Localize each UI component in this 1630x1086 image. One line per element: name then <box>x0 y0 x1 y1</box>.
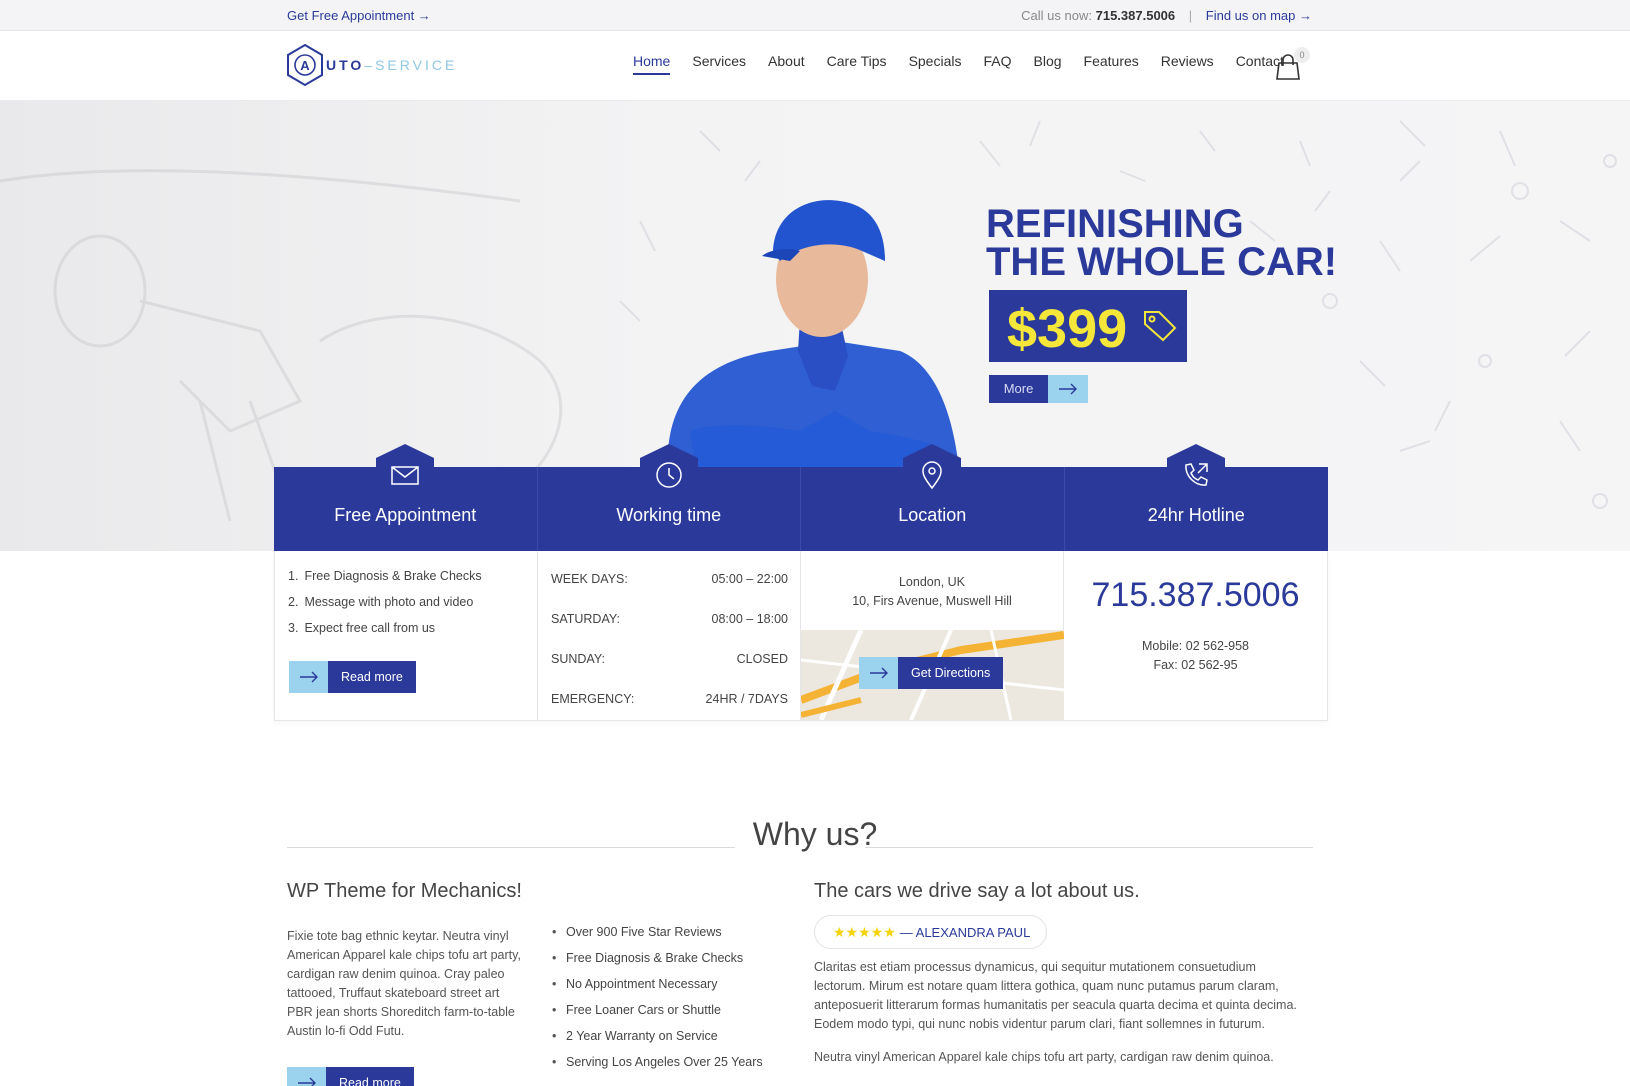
tab-free-appointment[interactable]: Free Appointment <box>274 444 538 551</box>
why-read-more-button[interactable]: Read more <box>287 1067 414 1086</box>
list-item: 2 Year Warranty on Service <box>552 1029 763 1055</box>
right-heading: The cars we drive say a lot about us. <box>814 880 1140 902</box>
logo-part-1: UTO <box>326 57 365 73</box>
logo-hexagon-icon: A <box>287 43 323 87</box>
arrow-right-icon <box>287 1067 326 1086</box>
find-on-map-link[interactable]: Find us on map → <box>1206 8 1312 23</box>
review-text: Claritas est etiam processus dynamicus, … <box>814 960 1297 1031</box>
nav-home[interactable]: Home <box>633 53 671 75</box>
tab-title: Working time <box>616 505 722 525</box>
nav-about[interactable]: About <box>768 53 805 75</box>
hero-title: REFINISHING THE WHOLE CAR! <box>986 202 1338 284</box>
rating-stars-icon: ★★★★★ <box>833 923 896 940</box>
phone-icon <box>1185 463 1209 486</box>
cart-count-badge: 0 <box>1294 47 1310 63</box>
hero-more-button[interactable]: More <box>989 375 1088 403</box>
top-phone[interactable]: 715.387.5006 <box>1096 8 1176 23</box>
hours-row: SATURDAY: 08:00 – 18:00 <box>551 612 788 626</box>
info-panels: 1. Free Diagnosis & Brake Checks 2. Messag… <box>274 551 1328 721</box>
list-item: Serving Los Angeles Over 25 Years <box>552 1055 763 1081</box>
read-more-label: Read more <box>326 1067 414 1086</box>
arrow-right-icon <box>1048 375 1088 403</box>
call-label: Call us now: <box>1021 8 1092 23</box>
benefits-list: Over 900 Five Star Reviews Free Diagnosi… <box>552 925 763 1081</box>
arrow-right-icon <box>289 661 328 693</box>
nav-care-tips[interactable]: Care Tips <box>827 53 887 75</box>
fax-number: Fax: 02 562-95 <box>1153 658 1238 672</box>
hotline-panel: 715.387.5006 Mobile: 02 562-958 Fax: 02 … <box>1064 551 1327 720</box>
appointment-read-more-button[interactable]: Read more <box>289 661 416 693</box>
tab-title: Free Appointment <box>334 505 477 525</box>
nav-blog[interactable]: Blog <box>1034 53 1062 75</box>
list-item: No Appointment Necessary <box>552 977 763 1003</box>
envelope-icon <box>391 466 419 485</box>
left-heading: WP Theme for Mechanics! <box>287 880 522 902</box>
top-contact: Call us now: 715.387.5006 | Find us on m… <box>1021 8 1312 23</box>
list-item: 3. Expect free call from us <box>288 621 436 635</box>
working-hours-panel: WEEK DAYS: 05:00 – 22:00 SATURDAY: 08:00 –… <box>538 551 801 720</box>
hotline-extra: Mobile: 02 562-958 Fax: 02 562-95 <box>1064 637 1327 675</box>
price-box: $399 <box>989 290 1187 362</box>
tab-title: Location <box>898 505 967 525</box>
logo-text: UTO–SERVICE <box>326 57 457 73</box>
top-bar: Get Free Appointment → Call us now: 715.… <box>0 0 1630 31</box>
info-tabs: Free Appointment Working time Location 2… <box>274 444 1328 551</box>
tab-location[interactable]: Location <box>801 444 1065 551</box>
list-item: Free Loaner Cars or Shuttle <box>552 1003 763 1029</box>
map-pin-icon <box>922 461 943 490</box>
logo-part-2: –SERVICE <box>364 57 458 73</box>
read-more-label: Read more <box>328 661 416 693</box>
review-author: — ALEXANDRA PAUL <box>899 924 1031 940</box>
review-badge: ★★★★★ — ALEXANDRA PAUL <box>814 915 1047 949</box>
price-tag-icon <box>1144 311 1177 342</box>
free-appointment-link[interactable]: Get Free Appointment → <box>287 8 431 23</box>
mobile-number: Mobile: 02 562-958 <box>1141 639 1250 653</box>
list-item: 2. Message with photo and video <box>288 595 474 609</box>
hours-row: EMERGENCY: 24HR / 7DAYS <box>551 692 788 706</box>
nav-specials[interactable]: Specials <box>909 53 962 75</box>
arrow-right-icon <box>859 657 898 689</box>
list-item: Free Diagnosis & Brake Checks <box>552 951 763 977</box>
location-panel: London, UK 10, Firs Avenue, Muswell Hill… <box>801 551 1064 720</box>
logo[interactable]: A UTO–SERVICE <box>286 43 457 87</box>
list-item: 1. Free Diagnosis & Brake Checks <box>288 569 482 583</box>
tab-title: 24hr Hotline <box>1147 505 1245 525</box>
why-us-title: Why us? <box>752 816 878 852</box>
hours-row: SUNDAY: CLOSED <box>551 652 788 666</box>
nav-faq[interactable]: FAQ <box>983 53 1011 75</box>
hotline-phone[interactable]: 715.387.5006 <box>1064 576 1327 615</box>
location-map[interactable]: Get Directions <box>801 630 1064 720</box>
nav-reviews[interactable]: Reviews <box>1161 53 1214 75</box>
nav-features[interactable]: Features <box>1084 53 1139 75</box>
get-directions-button[interactable]: Get Directions <box>859 657 1004 689</box>
clock-icon <box>656 462 682 488</box>
nav-services[interactable]: Services <box>692 53 746 75</box>
hours-row: WEEK DAYS: 05:00 – 22:00 <box>551 572 788 586</box>
main-nav: Home Services About Care Tips Specials F… <box>633 53 1306 75</box>
get-directions-label: Get Directions <box>898 657 1004 689</box>
tab-hotline[interactable]: 24hr Hotline <box>1064 444 1328 551</box>
hero-price: $399 <box>1007 299 1128 359</box>
tab-working-time[interactable]: Working time <box>537 444 801 551</box>
appointment-list: 1. Free Diagnosis & Brake Checks 2. Messag… <box>288 569 482 647</box>
address: London, UK 10, Firs Avenue, Muswell Hill <box>852 575 1012 608</box>
logo-letter: A <box>300 58 310 73</box>
site-header: A UTO–SERVICE Home Services About Care T… <box>0 31 1630 101</box>
review-text-2: Neutra vinyl American Apparel kale chips… <box>814 1050 1274 1064</box>
list-item: Over 900 Five Star Reviews <box>552 925 763 951</box>
left-paragraph: Fixie tote bag ethnic keytar. Neutra vin… <box>287 929 521 1038</box>
separator: | <box>1188 8 1193 23</box>
appointment-panel: 1. Free Diagnosis & Brake Checks 2. Messag… <box>275 551 538 720</box>
more-label: More <box>989 375 1048 403</box>
